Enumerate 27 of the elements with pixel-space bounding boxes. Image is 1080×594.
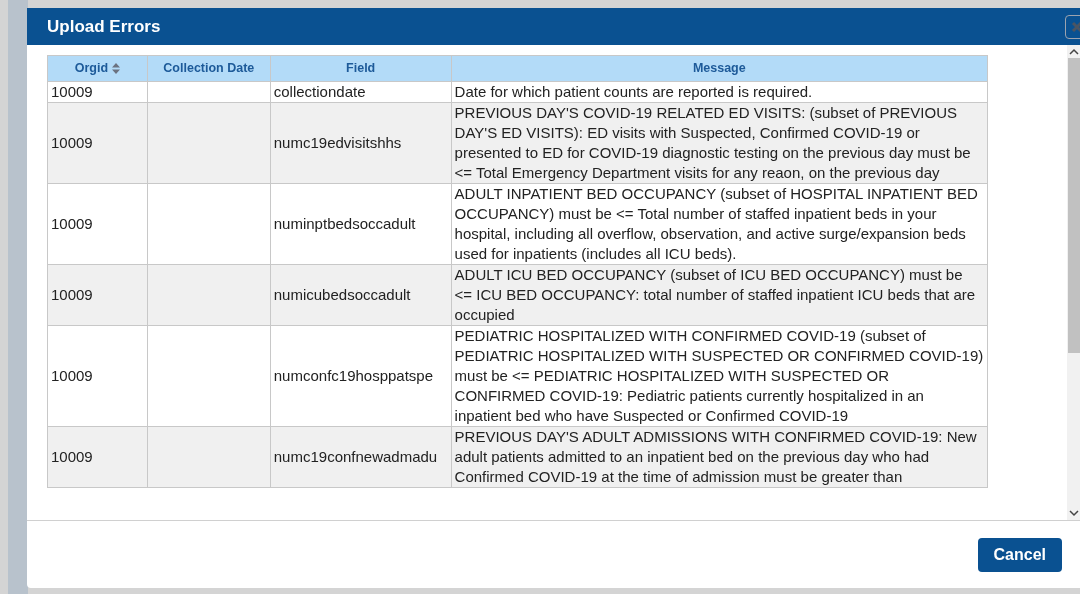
sort-icon — [112, 63, 121, 74]
table-cell: 10009 — [51, 285, 93, 305]
table-cell: numicubedsoccadult — [273, 285, 411, 305]
table-cell: Date for which patient counts are reported is required. — [454, 82, 813, 102]
table-cell: 10009 — [51, 214, 93, 234]
table-cell-text: ADULT INPATIENT BED OCCUPANCY (subset of HOSPITAL INPATIENT BED OCCUPANCY) must be <= Total number of staffed inpatient beds in your hospital, including all overflow, observation, and active surge/expansion beds used for inpatients (includes all ICU beds). — [454, 184, 979, 264]
table-cell: numc19confnewadmadu — [273, 447, 438, 467]
table-cell-text: ADULT ICU BED OCCUPANCY (subset of ICU BED OCCUPANCY) must be <= ICU BED OCCUPANCY: total number of staffed inpatient ICU beds that are occupied — [454, 265, 977, 325]
scrollbar[interactable] — [1067, 45, 1080, 520]
scroll-up-icon[interactable] — [1069, 48, 1079, 56]
cancel-button[interactable]: Cancel — [977, 537, 1062, 572]
table-cell: 10009 — [51, 82, 93, 102]
table-cell-text: PREVIOUS DAY'S ADULT ADMISSIONS WITH CONFIRMED COVID-19: New adult patients admitted to an inpatient bed on the previous day who had Confirmed COVID-19 at the time of admission must be greater than — [454, 427, 978, 487]
dialog-title: Upload Errors — [47, 15, 161, 38]
close-icon — [1071, 20, 1080, 33]
scroll-down-icon[interactable] — [1069, 509, 1079, 517]
table-cell: PEDIATRIC HOSPITALIZED WITH CONFIRMED COVID-19 (subset of PEDIATRIC HOSPITALIZED WITH SUSPECTED OR CONFIRMED COVID-19) must be <= PEDIATRIC HOSPITALIZED WITH SUSPECTED OR CONFIRMED COVID-19: Pediatric patients currently hospitalized in an inpatient bed who have Suspected or Confirmed COVID-19 — [454, 326, 984, 426]
table-cell: collectiondate — [273, 82, 366, 102]
scrollbar-thumb[interactable] — [1068, 58, 1080, 353]
table-cell: numinptbedsoccadult — [273, 214, 416, 234]
table-cell: numc19edvisitshhs — [273, 133, 402, 153]
table-cell: 10009 — [51, 133, 93, 153]
table-cell: 10009 — [51, 447, 93, 467]
table-cell: numconfc19hosppatspe — [273, 366, 434, 386]
table-cell-text: PREVIOUS DAY'S COVID-19 RELATED ED VISITS: (subset of PREVIOUS DAY'S ED VISITS): ED visits with Suspected, Confirmed COVID-19 or presented to ED for COVID-19 diagnostic testing on the previous day must be <= Total Emergency Department visits for any reaon, on the previous day — [454, 103, 972, 183]
column-header: Message — [691, 60, 747, 78]
table-cell: 10009 — [51, 366, 93, 386]
